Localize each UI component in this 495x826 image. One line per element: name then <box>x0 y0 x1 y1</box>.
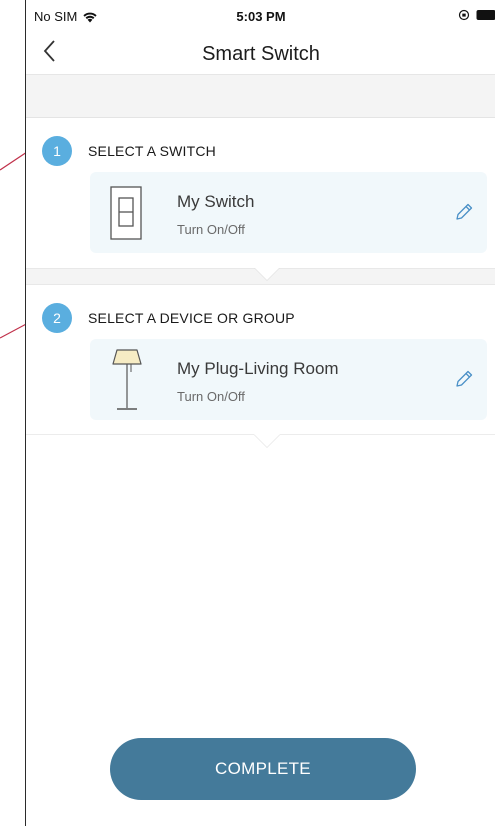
battery-icon <box>476 10 495 20</box>
pencil-icon[interactable] <box>453 368 475 390</box>
switch-action: Turn On/Off <box>177 222 245 237</box>
switch-name: My Switch <box>177 192 255 211</box>
status-right-icons <box>458 9 495 21</box>
switch-card[interactable]: My Switch Turn On/Off <box>90 172 487 253</box>
wall-switch-icon <box>110 186 142 240</box>
pencil-icon[interactable] <box>453 201 475 223</box>
device-name: My Plug-Living Room <box>177 359 339 378</box>
step-header: 1 SELECT A SWITCH <box>42 136 216 166</box>
complete-button[interactable]: COMPLETE <box>110 738 416 800</box>
step-label: SELECT A DEVICE OR GROUP <box>88 310 295 326</box>
step-header: 2 SELECT A DEVICE OR GROUP <box>42 303 295 333</box>
floor-lamp-icon <box>112 349 142 410</box>
step-connector-arrow <box>254 267 280 280</box>
top-spacer <box>26 75 495 118</box>
step-label: SELECT A SWITCH <box>88 143 216 159</box>
step-connector-arrow <box>254 434 280 447</box>
phone-screen: No SIM 5:03 PM Smart Switch 1 SELECT A S… <box>25 0 495 826</box>
step-select-device: 2 SELECT A DEVICE OR GROUP My Plug-Livin… <box>26 285 495 435</box>
navigation-bar: Smart Switch <box>26 28 495 75</box>
status-bar: No SIM 5:03 PM <box>26 0 495 28</box>
page-title: Smart Switch <box>202 43 320 65</box>
status-time: 5:03 PM <box>236 9 286 24</box>
step-number-badge: 2 <box>42 303 72 333</box>
device-action: Turn On/Off <box>177 389 245 404</box>
step-number-badge: 1 <box>42 136 72 166</box>
device-card[interactable]: My Plug-Living Room Turn On/Off <box>90 339 487 420</box>
orientation-lock-icon <box>458 9 470 21</box>
step-select-switch: 1 SELECT A SWITCH My Switch Turn On/Off <box>26 118 495 268</box>
